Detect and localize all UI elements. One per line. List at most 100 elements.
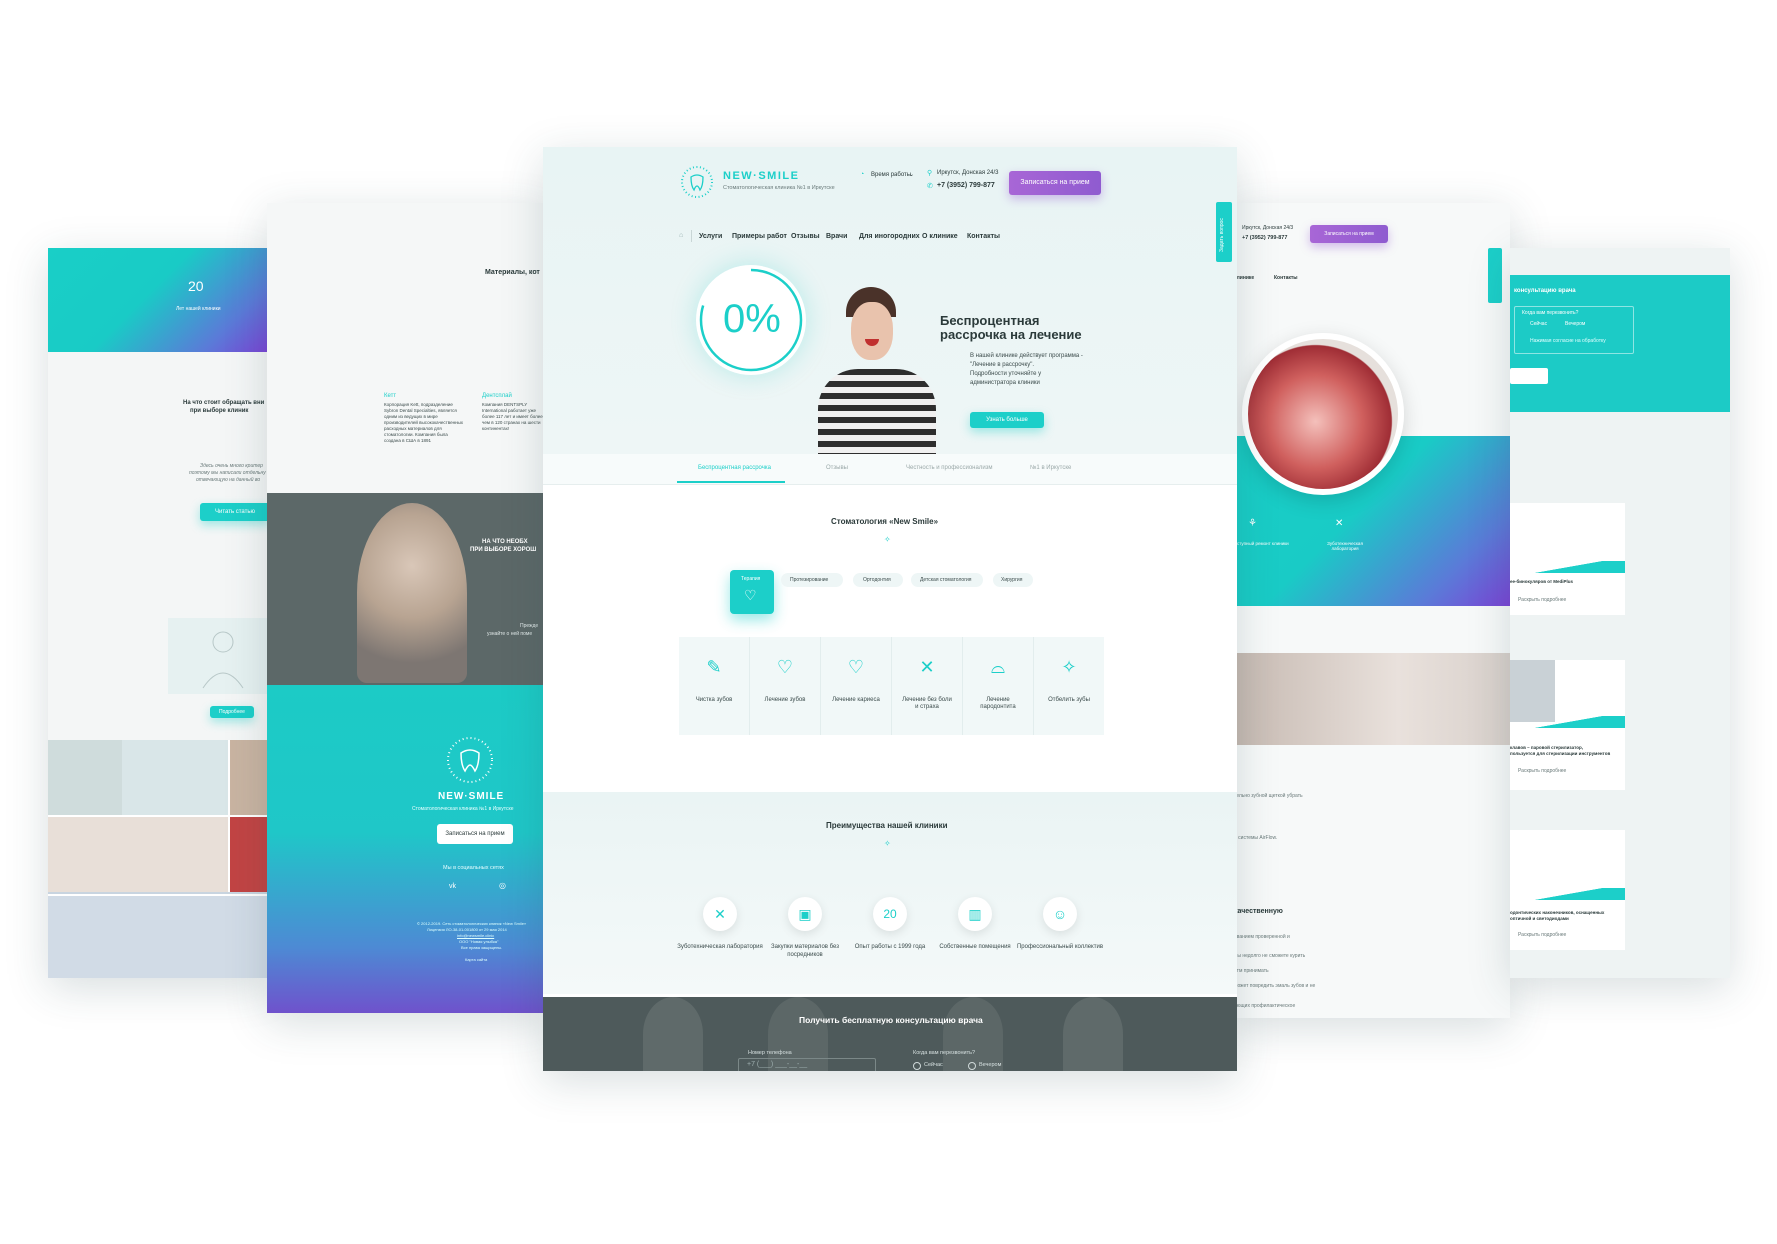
tooth-icon: ♡ bbox=[744, 587, 757, 603]
category-pediatric-label: Детская стоматология bbox=[920, 577, 972, 583]
callback-option-evening[interactable]: Вечером bbox=[1565, 321, 1585, 327]
category-pediatric[interactable]: Детская стоматология bbox=[911, 573, 983, 587]
email-link[interactable]: info@newsmile.clinic bbox=[457, 933, 494, 938]
nav-nonresident[interactable]: Для иногородних bbox=[859, 233, 920, 240]
tooth-icon: ♡ bbox=[847, 657, 865, 677]
stat-number: 20 bbox=[188, 278, 204, 294]
footer-section: NEW·SMILE Стоматологическая клиника №1 в… bbox=[267, 685, 547, 1013]
doctor-placeholder bbox=[168, 618, 268, 694]
far-submit-button[interactable] bbox=[1510, 368, 1548, 384]
phone-number[interactable]: +7 (3952) 799-877 bbox=[937, 182, 995, 189]
question-tab-right[interactable] bbox=[1488, 248, 1502, 303]
right-nav-clinic[interactable]: клинике bbox=[1234, 275, 1254, 281]
ask-question-label: Задать вопрос bbox=[1219, 218, 1225, 252]
service-whitening[interactable]: ✧ Отбелить зубы bbox=[1034, 637, 1104, 735]
article-heading-1: На что стоит обращать вни bbox=[183, 400, 265, 406]
service-painless-label: Лечение без боли и страха bbox=[902, 697, 952, 710]
service-painless[interactable]: ✕ Лечение без боли и страха bbox=[892, 637, 963, 735]
service-caries[interactable]: ♡ Лечение кариеса bbox=[821, 637, 892, 735]
vk-icon[interactable]: vk bbox=[449, 883, 456, 890]
equipment-title-3b: оптичной и светодиодами bbox=[1510, 916, 1569, 921]
phone-icon: ✆ bbox=[927, 183, 933, 190]
radio-evening[interactable] bbox=[968, 1062, 976, 1070]
footer-brand-name: NEW·SMILE bbox=[438, 791, 505, 802]
equipment-link-2[interactable]: Раскрыть подробнее bbox=[1518, 768, 1566, 774]
service-treatment[interactable]: ♡ Лечение зубов bbox=[750, 637, 821, 735]
home-icon[interactable]: ⌂ bbox=[679, 232, 683, 239]
service-cleaning[interactable]: ✎ Чистка зубов bbox=[679, 637, 750, 735]
category-prosthetics[interactable]: Протезирование bbox=[781, 573, 843, 587]
materials-heading: Материалы, кот bbox=[485, 269, 540, 276]
doctor-icon: ☺ bbox=[1043, 897, 1077, 931]
category-surgery[interactable]: Хирургия bbox=[993, 573, 1033, 587]
gum-icon: ⌓ bbox=[990, 657, 1006, 677]
radio-now[interactable] bbox=[913, 1062, 921, 1070]
advantage-experience-label: Опыт работы с 1999 года bbox=[854, 944, 926, 950]
callback-option-now[interactable]: Сейчас bbox=[1530, 321, 1547, 327]
footer-signup-button[interactable]: Записаться на прием bbox=[437, 824, 513, 844]
service-periodontitis[interactable]: ⌓ Лечение пародонтита bbox=[963, 637, 1034, 735]
hygiene-text-1: тельно зубной щеткой убрать bbox=[1234, 793, 1303, 799]
category-orthodontics-label: Ортодонтия bbox=[863, 577, 891, 583]
nav-divider bbox=[691, 230, 692, 242]
dentsply-title: Дентсплай bbox=[482, 393, 512, 399]
hero-title-1: Беспроцентная bbox=[940, 313, 1040, 328]
book-appointment-button[interactable]: Записаться на прием bbox=[1009, 171, 1101, 195]
license-text: Лицензия ЛО-38-01-001800 от 29 мая 2014 bbox=[427, 927, 507, 932]
right-address: Иркутск, Донская 24/3 bbox=[1242, 225, 1294, 231]
sparkle-divider-icon: ✧ bbox=[884, 535, 891, 544]
right-signup-button[interactable]: Записаться на прием bbox=[1310, 225, 1388, 243]
category-therapy-label: Терапия bbox=[741, 576, 761, 582]
brand-tagline: Стоматологическая клиника №1 в Иркутске bbox=[723, 185, 835, 191]
nav-contacts[interactable]: Контакты bbox=[967, 233, 1000, 240]
brand-name[interactable]: NEW·SMILE bbox=[723, 170, 799, 182]
more-button[interactable]: Подробнее bbox=[210, 706, 254, 718]
equipment-card-1: ее-бинокуляров от MediPlus Раскрыть подр… bbox=[1510, 503, 1625, 615]
equipment-link-1[interactable]: Раскрыть подробнее bbox=[1518, 597, 1566, 603]
kett-title: Кетт bbox=[384, 393, 397, 399]
instagram-icon[interactable]: ◎ bbox=[499, 881, 506, 890]
read-article-button[interactable]: Читать статью bbox=[200, 503, 268, 521]
syringe-icon: ✕ bbox=[919, 657, 935, 677]
nav-about[interactable]: О клинике bbox=[922, 233, 958, 240]
advantage-lab: ✕ Зуботехническая лаборатория bbox=[675, 897, 765, 951]
category-therapy[interactable]: Терапия ♡ bbox=[730, 570, 774, 614]
hero-text-4: администратора клиники bbox=[970, 380, 1040, 386]
nav-reviews[interactable]: Отзывы bbox=[791, 233, 820, 240]
tab-number-one[interactable]: №1 в Иркутске bbox=[1030, 465, 1071, 471]
equipment-title-2b: пользуется для стерилизации инструментов bbox=[1510, 751, 1611, 756]
hero-text-2: "Лечение в рассрочку". bbox=[970, 362, 1035, 368]
smiling-woman-photo bbox=[813, 287, 943, 454]
tab-installment[interactable]: Беспроцентная рассрочка bbox=[698, 465, 771, 471]
category-orthodontics[interactable]: Ортодонтия bbox=[853, 573, 903, 587]
equipment-link-3[interactable]: Раскрыть подробнее bbox=[1518, 932, 1566, 938]
tab-honesty[interactable]: Честность и профессионализм bbox=[906, 465, 993, 471]
preview-page-hygiene: Иркутск, Донская 24/3 +7 (3952) 799-877 … bbox=[1230, 203, 1510, 1018]
radio-evening-label: Вечером bbox=[979, 1062, 1002, 1068]
sitemap-link[interactable]: Карта сайта bbox=[465, 957, 487, 962]
hero-text-1: В нашей клинике действует программа - bbox=[970, 353, 1083, 359]
dental-procedure-photo bbox=[1242, 333, 1404, 495]
repair-icon: ⚘ bbox=[1248, 518, 1257, 529]
phone-input[interactable]: +7 (___) ___-__-__ bbox=[738, 1058, 876, 1071]
toothbrush-photo bbox=[1230, 653, 1510, 745]
zero-percent: 0% bbox=[723, 297, 781, 341]
feature-label-1: Доступный ремонт клиники bbox=[1231, 541, 1289, 546]
equipment-title-3a: одонтических наконечников, оснащенных bbox=[1510, 910, 1605, 915]
nav-services[interactable]: Услуги bbox=[699, 233, 722, 240]
right-phone[interactable]: +7 (3952) 799-877 bbox=[1242, 235, 1287, 241]
quality-heading: качественную bbox=[1234, 908, 1283, 915]
consultation-title: Получить бесплатную консультацию врача bbox=[799, 1015, 983, 1025]
article-text-1: Здесь очень много критер bbox=[200, 463, 263, 469]
learn-more-button[interactable]: Узнать больше bbox=[970, 412, 1044, 428]
hygiene-text-2: о системы AirFlow. bbox=[1234, 835, 1278, 841]
chevron-down-icon[interactable]: ⌄ bbox=[909, 171, 914, 178]
tooth-cleaning-icon: ✎ bbox=[706, 657, 722, 677]
working-hours-dropdown[interactable]: Время работы bbox=[871, 172, 911, 178]
right-nav-contacts[interactable]: Контакты bbox=[1274, 275, 1298, 281]
consultation-section bbox=[543, 997, 1237, 1071]
ask-question-tab[interactable]: Задать вопрос bbox=[1216, 202, 1232, 262]
nav-doctors[interactable]: Врачи bbox=[826, 233, 847, 240]
tab-reviews[interactable]: Отзывы bbox=[826, 465, 848, 471]
nav-works[interactable]: Примеры работ bbox=[732, 233, 787, 240]
